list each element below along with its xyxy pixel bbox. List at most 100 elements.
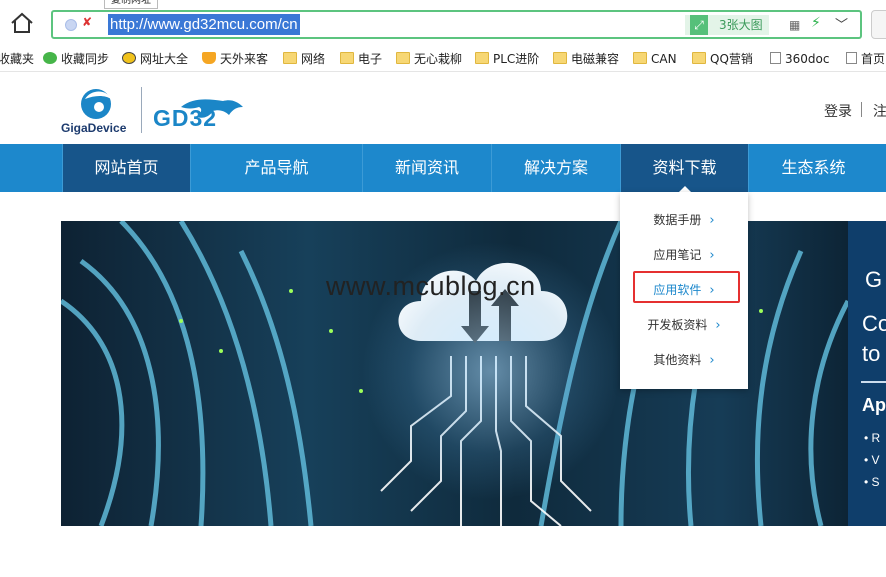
dropdown-app-notes[interactable]: 应用笔记 › bbox=[620, 243, 748, 267]
banner-side-line1: Co bbox=[862, 311, 886, 336]
nav-label: 网站首页 bbox=[94, 158, 159, 177]
bookmark-folder-wuxin[interactable]: 无心栽柳 bbox=[396, 50, 462, 68]
bookmark-360doc[interactable]: 360doc bbox=[770, 50, 829, 68]
banner-side-line2: to bbox=[862, 341, 881, 366]
side-control[interactable] bbox=[871, 10, 886, 39]
nav-ecosystem[interactable]: 生态系统 bbox=[748, 144, 878, 192]
banner-side-heading: Ap bbox=[862, 395, 886, 415]
no-image-icon[interactable]: ✘ bbox=[82, 15, 92, 29]
nav-solutions[interactable]: 解决方案 bbox=[491, 144, 620, 192]
dropdown-other[interactable]: 其他资料 › bbox=[620, 348, 748, 372]
bookmark-folder-network[interactable]: 网络 bbox=[283, 50, 325, 68]
chevron-right-icon: › bbox=[709, 353, 715, 368]
dropdown-datasheets[interactable]: 数据手册 › bbox=[620, 208, 748, 232]
chevron-right-icon: › bbox=[709, 213, 715, 228]
folder-icon bbox=[340, 52, 354, 64]
nav-label: 生态系统 bbox=[781, 158, 846, 177]
hero-banner[interactable]: www.mcublog.cn G Co to Ap • R • V • S bbox=[61, 221, 886, 526]
nav-label: 新闻资讯 bbox=[394, 158, 459, 177]
nav-products[interactable]: 产品导航 bbox=[190, 144, 362, 192]
bookmark-label: QQ营销 bbox=[710, 52, 753, 66]
logo-divider bbox=[141, 87, 142, 133]
dropdown-dev-board[interactable]: 开发板资料 › bbox=[620, 313, 748, 337]
plus-circle-icon bbox=[122, 52, 136, 64]
gigadevice-logo-icon bbox=[81, 89, 111, 119]
folder-icon bbox=[396, 52, 410, 64]
bookmark-label: 无心栽柳 bbox=[414, 52, 463, 66]
watermark-text: www.mcublog.cn bbox=[326, 271, 536, 301]
qr-grid-icon[interactable]: ▦ bbox=[789, 18, 800, 32]
bookmark-folder-qq[interactable]: QQ营销 bbox=[692, 50, 753, 68]
lightning-icon[interactable]: ⚡ bbox=[811, 15, 821, 31]
bookmark-label: 天外来客 bbox=[220, 52, 269, 66]
nav-downloads[interactable]: 资料下载 bbox=[620, 144, 748, 192]
bookmark-label: 电子 bbox=[358, 52, 383, 66]
browser-toolbar: ✘ http://www.gd32mcu.com/cn ⤢ 3张大图 ▦ ⚡ ﹀… bbox=[0, 0, 886, 44]
bookmark-sync[interactable]: 收藏同步 bbox=[43, 50, 109, 68]
bookmark-url-directory[interactable]: 网址大全 bbox=[122, 50, 188, 68]
bookmark-folder-electronics[interactable]: 电子 bbox=[340, 50, 382, 68]
banner-bullet: • V bbox=[864, 453, 880, 467]
trophy-icon bbox=[202, 52, 216, 64]
folder-icon bbox=[553, 52, 567, 64]
bookmark-folder-emc[interactable]: 电磁兼容 bbox=[553, 50, 619, 68]
document-icon bbox=[846, 52, 857, 64]
nav-label: 产品导航 bbox=[244, 158, 309, 177]
big-image-button[interactable]: ⤢ 3张大图 bbox=[685, 15, 769, 35]
bookmark-label: CAN bbox=[651, 52, 677, 66]
banner-bullet: • S bbox=[864, 475, 880, 489]
nav-label: 解决方案 bbox=[523, 158, 588, 177]
big-image-label: 3张大图 bbox=[719, 18, 763, 32]
dropdown-label: 其他资料 bbox=[653, 353, 702, 367]
chevron-right-icon: › bbox=[715, 318, 721, 333]
home-icon[interactable] bbox=[10, 12, 34, 34]
highlight-box bbox=[633, 271, 740, 303]
sync-icon bbox=[43, 52, 57, 64]
register-link[interactable]: 注 bbox=[873, 101, 886, 121]
bookmark-folder-can[interactable]: CAN bbox=[633, 50, 677, 68]
bookmark-label: 360doc bbox=[785, 52, 830, 66]
login-link[interactable]: 登录 bbox=[824, 101, 852, 121]
folder-icon bbox=[283, 52, 297, 64]
banner-bullet-text: S bbox=[871, 475, 880, 489]
banner-bullet: • R bbox=[864, 431, 881, 445]
expand-icon: ⤢ bbox=[690, 15, 708, 35]
dropdown-label: 应用笔记 bbox=[653, 248, 702, 262]
bookmark-label: 网络 bbox=[301, 52, 326, 66]
banner-side-title: G bbox=[865, 267, 883, 292]
site-header: GigaDevice GD32 登录 注 bbox=[0, 73, 886, 144]
chevron-down-icon[interactable]: ﹀ bbox=[835, 14, 848, 33]
nav-news[interactable]: 新闻资讯 bbox=[362, 144, 491, 192]
bookmark-folder-plc[interactable]: PLC进阶 bbox=[475, 50, 539, 68]
url-text[interactable]: http://www.gd32mcu.com/cn bbox=[108, 14, 300, 35]
bookmark-label: 收藏夹 bbox=[0, 52, 35, 66]
folder-icon bbox=[692, 52, 706, 64]
document-icon bbox=[770, 52, 781, 64]
folder-icon bbox=[475, 52, 489, 64]
bookmark-label: 首页 bbox=[861, 52, 886, 66]
bookmark-label: 电磁兼容 bbox=[571, 52, 620, 66]
bookmark-visitor[interactable]: 天外来客 bbox=[202, 50, 268, 68]
banner-bullet-text: V bbox=[871, 453, 880, 467]
address-bar[interactable]: ✘ http://www.gd32mcu.com/cn ⤢ 3张大图 ▦ ⚡ ﹀ bbox=[51, 10, 862, 39]
brand-gigadevice: GigaDevice bbox=[61, 121, 127, 135]
bookmark-label: 收藏同步 bbox=[61, 52, 110, 66]
bookmark-label: 网址大全 bbox=[140, 52, 189, 66]
site-logo[interactable]: GigaDevice GD32 bbox=[61, 83, 251, 139]
header-separator bbox=[861, 102, 862, 117]
banner-divider bbox=[861, 381, 886, 383]
bookmark-favorites[interactable]: 收藏夹 bbox=[0, 50, 34, 68]
dropdown-label: 开发板资料 bbox=[647, 318, 708, 332]
bookmarks-bar: 收藏夹 收藏同步 网址大全 天外来客 网络 电子 无心栽柳 PLC进阶 电磁兼容… bbox=[0, 44, 886, 72]
folder-icon bbox=[633, 52, 647, 64]
security-icon[interactable] bbox=[65, 19, 77, 31]
bookmark-home[interactable]: 首页 bbox=[846, 50, 885, 68]
nav-home[interactable]: 网站首页 bbox=[62, 144, 190, 192]
copy-url-tooltip: 复制网址 bbox=[104, 0, 158, 9]
cheetah-icon bbox=[181, 99, 243, 118]
chevron-right-icon: › bbox=[709, 248, 715, 263]
main-nav: 网站首页 产品导航 新闻资讯 解决方案 资料下载 生态系统 bbox=[0, 144, 886, 192]
banner-bullet-text: R bbox=[871, 431, 881, 445]
nav-label: 资料下载 bbox=[652, 158, 717, 177]
bookmark-label: PLC进阶 bbox=[493, 52, 540, 66]
